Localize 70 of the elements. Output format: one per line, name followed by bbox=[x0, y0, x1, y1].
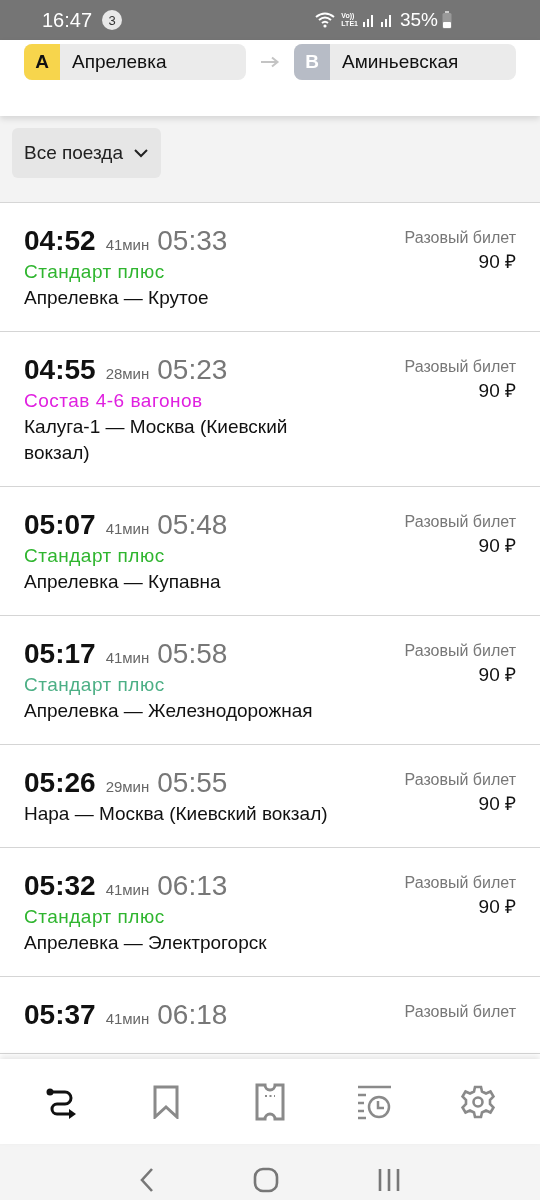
schedule-clock-icon[interactable] bbox=[356, 1083, 392, 1120]
train-route: Апрелевка — Железнодорожная bbox=[24, 699, 314, 723]
trip-duration: 28мин bbox=[105, 365, 150, 382]
train-row[interactable]: 04:52 41мин 05:33 Стандарт плюс Апрелевка — Крутое Разовый билет 90 ₽ bbox=[0, 203, 540, 332]
train-route: Апрелевка — Крутое bbox=[24, 286, 210, 310]
trip-duration: 41мин bbox=[105, 520, 150, 537]
trip-duration: 41мин bbox=[105, 1010, 150, 1027]
train-route: Апрелевка — Электрогорск bbox=[24, 931, 268, 955]
train-type-label: Состав 4-6 вагонов bbox=[24, 389, 204, 413]
ticket-type: Разовый билет bbox=[404, 357, 516, 377]
to-station-field[interactable]: B Аминьевская bbox=[294, 44, 516, 80]
ticket-type: Разовый билет bbox=[404, 512, 516, 532]
ticket-icon[interactable] bbox=[255, 1082, 285, 1121]
battery-percent: 35% bbox=[399, 9, 438, 31]
arrival-time: 05:23 bbox=[157, 354, 228, 386]
ticket-type: Разовый билет bbox=[404, 641, 516, 661]
ticket-price: 90 ₽ bbox=[477, 534, 516, 558]
trip-duration: 29мин bbox=[105, 778, 150, 795]
train-row[interactable]: 05:17 41мин 05:58 Стандарт плюс Апрелевка — Железнодорожная Разовый билет 90 ₽ bbox=[0, 616, 540, 745]
departure-time: 05:07 bbox=[24, 509, 96, 541]
arrival-time: 05:58 bbox=[157, 638, 228, 670]
from-station-field[interactable]: A Апрелевка bbox=[24, 44, 246, 80]
bookmark-icon[interactable] bbox=[152, 1084, 180, 1119]
departure-time: 05:32 bbox=[24, 870, 96, 902]
train-type-label: Стандарт плюс bbox=[24, 260, 166, 284]
train-row[interactable]: 05:07 41мин 05:48 Стандарт плюс Апрелевка — Купавна Разовый билет 90 ₽ bbox=[0, 487, 540, 616]
train-route: Калуга-1 — Москва (Киевский вокзал) bbox=[24, 415, 289, 465]
ticket-price: 90 ₽ bbox=[477, 663, 516, 687]
departure-time: 05:17 bbox=[24, 638, 96, 670]
arrow-icon bbox=[260, 56, 280, 68]
ticket-type: Разовый билет bbox=[404, 1002, 516, 1022]
train-route: Апрелевка — Купавна bbox=[24, 570, 222, 594]
settings-icon[interactable] bbox=[461, 1084, 495, 1119]
train-filter-dropdown[interactable]: Все поезда bbox=[12, 128, 161, 178]
trip-duration: 41мин bbox=[105, 649, 150, 666]
train-type-label: Стандарт плюс bbox=[24, 905, 166, 929]
train-row[interactable]: 05:26 29мин 05:55 Нара — Москва (Киевский вокзал) Разовый билет 90 ₽ bbox=[0, 745, 540, 848]
clock: 16:47 bbox=[42, 8, 93, 32]
ticket-price: 90 ₽ bbox=[477, 250, 516, 274]
arrival-time: 05:33 bbox=[157, 225, 228, 257]
trip-duration: 41мин bbox=[105, 881, 150, 898]
arrival-time: 05:55 bbox=[157, 767, 228, 799]
arrival-time: 06:13 bbox=[157, 870, 228, 902]
train-type-label: Стандарт плюс bbox=[24, 544, 166, 568]
battery-icon bbox=[442, 11, 452, 29]
train-type-label: Стандарт плюс bbox=[24, 673, 166, 697]
departure-time: 05:26 bbox=[24, 767, 96, 799]
arrival-time: 06:18 bbox=[157, 999, 228, 1031]
ticket-type: Разовый билет bbox=[404, 770, 516, 790]
trip-duration: 41мин bbox=[105, 236, 150, 253]
train-row[interactable]: 05:32 41мин 06:13 Стандарт плюс Апрелевка — Электрогорск Разовый билет 90 ₽ bbox=[0, 848, 540, 977]
departure-time: 04:52 bbox=[24, 225, 96, 257]
departure-time: 04:55 bbox=[24, 354, 96, 386]
departure-time: 05:37 bbox=[24, 999, 96, 1031]
back-icon[interactable] bbox=[139, 1167, 155, 1193]
train-row[interactable]: 04:55 28мин 05:23 Состав 4-6 вагонов Калуга-1 — Москва (Киевский вокзал) Разовый билет 90 ₽ bbox=[0, 332, 540, 487]
ticket-type: Разовый билет bbox=[404, 228, 516, 248]
ticket-type: Разовый билет bbox=[404, 873, 516, 893]
signal-icon bbox=[361, 12, 376, 28]
home-icon[interactable] bbox=[253, 1167, 279, 1193]
chevron-down-icon bbox=[133, 148, 149, 158]
train-row[interactable]: 05:37 41мин 06:18 Разовый билет bbox=[0, 977, 540, 1054]
recent-apps-icon[interactable] bbox=[377, 1167, 401, 1193]
notification-count: 3 bbox=[102, 10, 123, 30]
ticket-price: 90 ₽ bbox=[477, 895, 516, 919]
ticket-price: 90 ₽ bbox=[477, 792, 516, 816]
arrival-time: 05:48 bbox=[157, 509, 228, 541]
train-route: Нара — Москва (Киевский вокзал) bbox=[24, 802, 329, 826]
ticket-price: 90 ₽ bbox=[477, 379, 516, 403]
signal-icon bbox=[379, 12, 394, 28]
